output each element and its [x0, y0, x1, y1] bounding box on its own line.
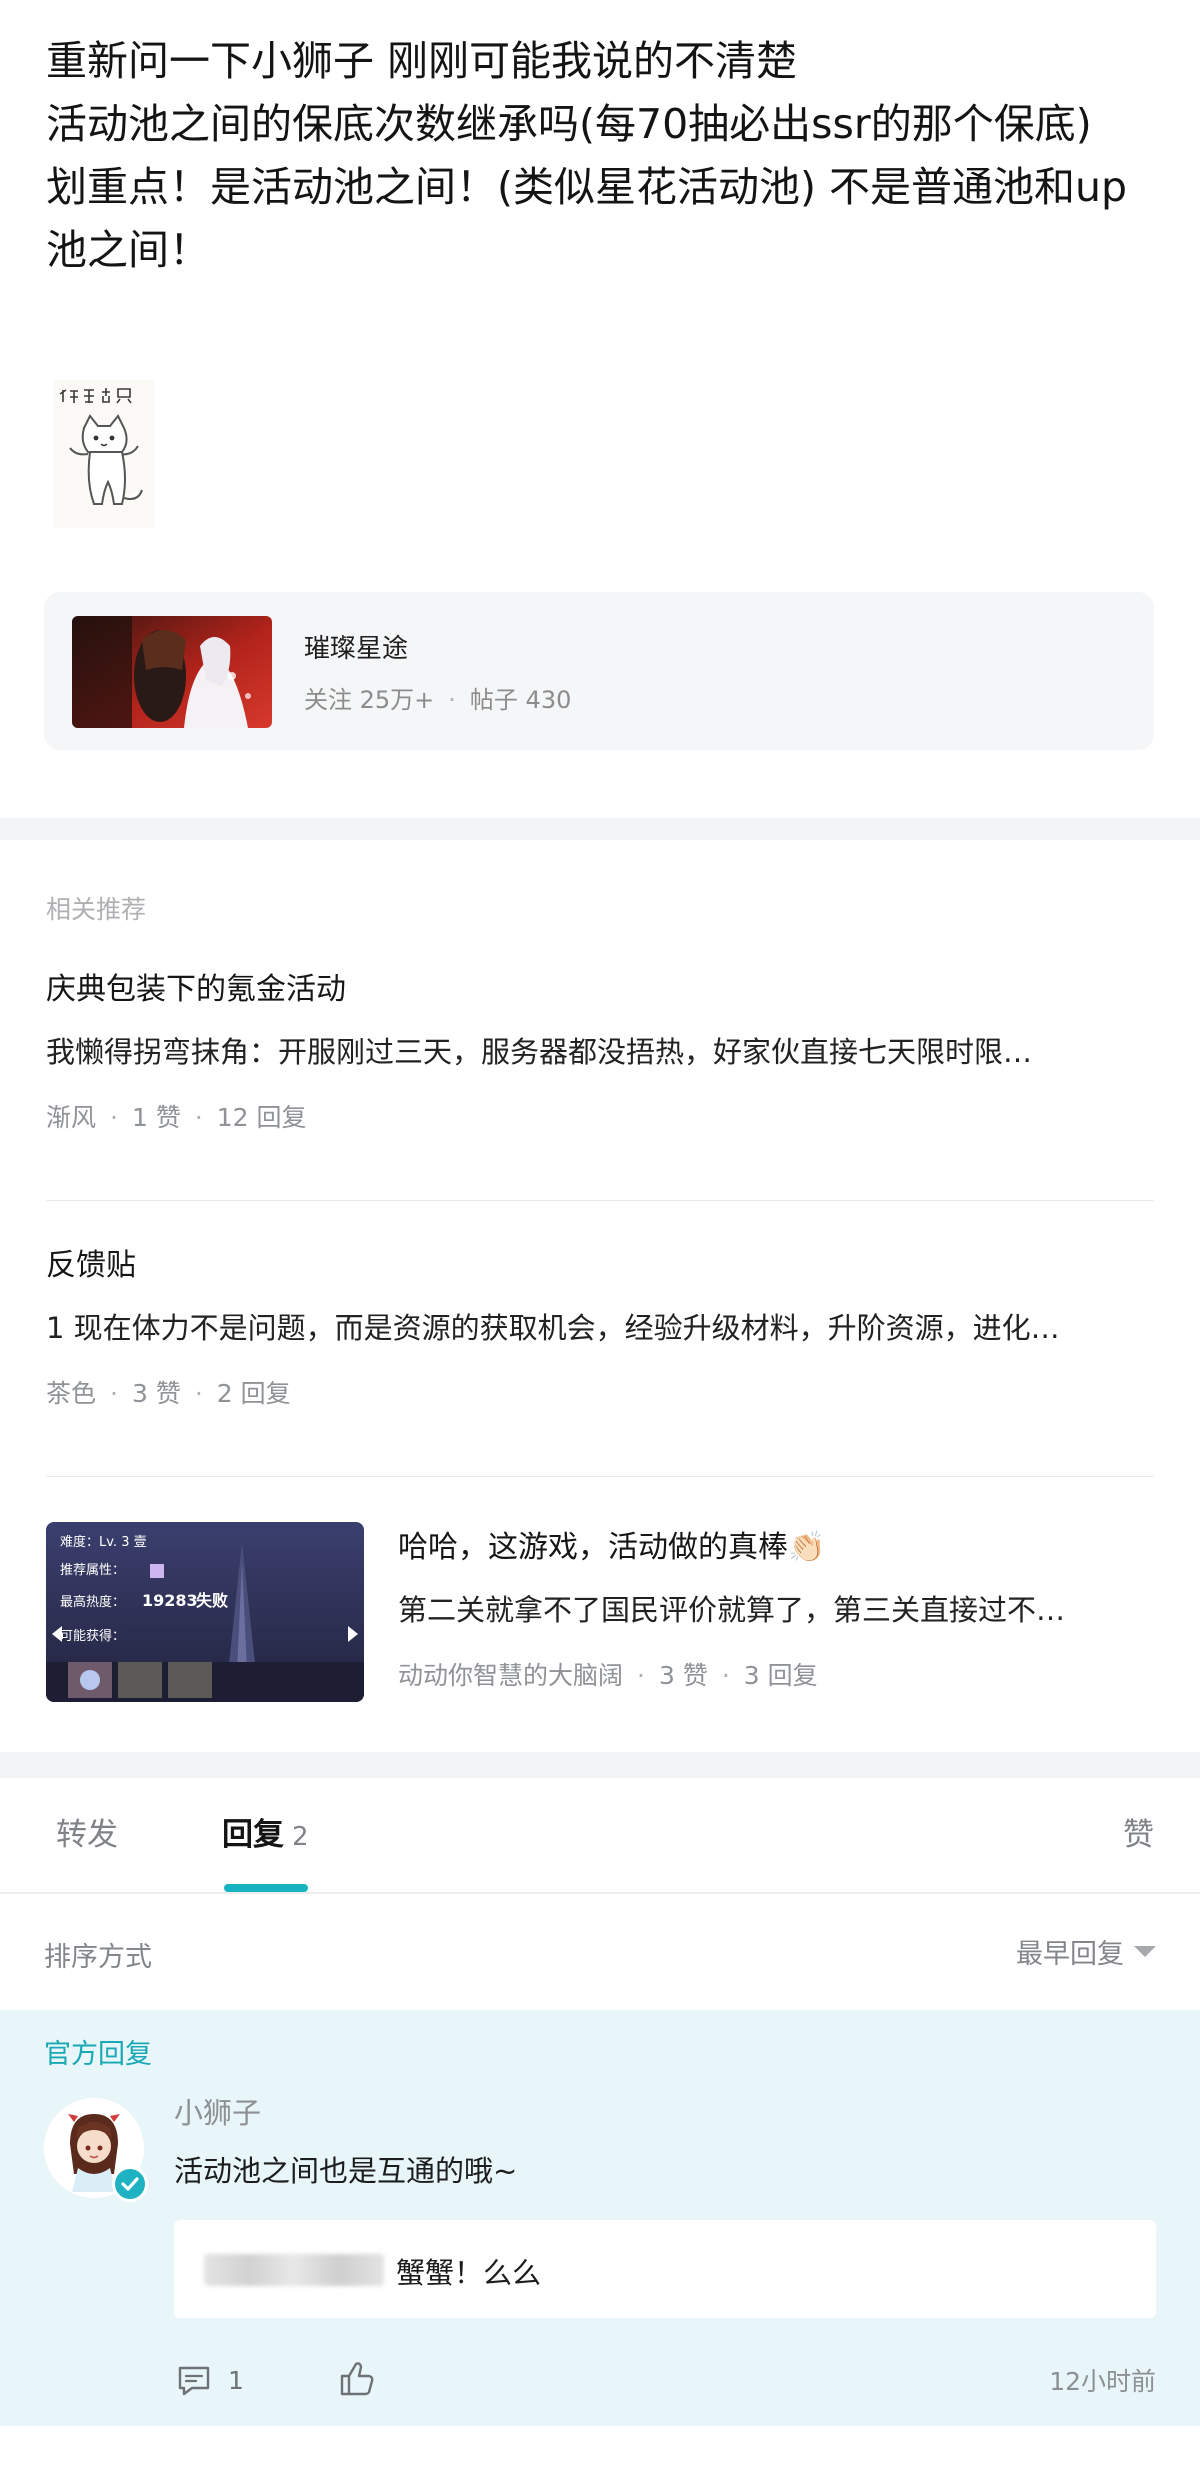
- caret-down-icon: [1134, 1946, 1156, 1957]
- separator-dot: ·: [110, 1379, 118, 1408]
- sub-reply-text: 蟹蟹！么么: [396, 2256, 542, 2290]
- sort-value: 最早回复: [1016, 1939, 1124, 1970]
- recommend-likes: 1 赞: [131, 1103, 181, 1132]
- separator-dot: ·: [637, 1661, 645, 1690]
- recommend-likes: 3 赞: [658, 1661, 708, 1690]
- post-line: 重新问一下小狮子 刚刚可能我说的不清楚: [46, 37, 798, 85]
- thumb-difficulty: 难度：Lv. 3 壹: [60, 1534, 147, 1550]
- recommend-title: 反馈贴: [46, 1248, 136, 1283]
- official-reply-label: 官方回复: [44, 2039, 152, 2070]
- thumb-recommend-attr: 推荐属性：: [60, 1563, 125, 1578]
- sub-reply[interactable]: 蟹蟹！么么: [174, 2220, 1156, 2318]
- recommend-title: 庆典包装下的氪金活动: [46, 972, 346, 1007]
- recommend-item[interactable]: 哈哈，这游戏，活动做的真棒👏🏻 第二关就拿不了国民评价就算了，第三关直接过不… …: [398, 1528, 1154, 1692]
- list-divider: [46, 1476, 1154, 1477]
- forum-post-count: 帖子 430: [469, 686, 572, 714]
- sort-label: 排序方式: [44, 1942, 152, 1973]
- forum-card[interactable]: 璀璨星途 关注 25万+ · 帖子 430: [44, 592, 1154, 750]
- reply-author-name[interactable]: 小狮子: [174, 2090, 261, 2132]
- recommend-replies: 12 回复: [216, 1103, 307, 1132]
- forum-followers: 关注 25万+: [304, 686, 435, 714]
- recommend-thumbnail[interactable]: 难度：Lv. 3 壹 推荐属性： 最高热度： 19283 失败 可能获得：: [46, 1522, 364, 1702]
- page-bottom: [0, 2426, 1200, 2474]
- sort-dropdown[interactable]: 最早回复: [1016, 1932, 1156, 1971]
- separator-dot: ·: [110, 1103, 118, 1132]
- tab-reply-count: 2: [292, 1822, 309, 1852]
- thumb-result: 失败: [196, 1591, 228, 1610]
- active-tab-indicator: [224, 1884, 308, 1892]
- section-divider: [0, 1752, 1200, 1778]
- recommend-meta: 动动你智慧的大脑阔 · 3 赞 · 3 回复: [398, 1656, 1154, 1692]
- recommend-meta: 渐风 · 1 赞 · 12 回复: [46, 1098, 1154, 1134]
- tab-bar: 转发 回复 2 赞: [0, 1780, 1200, 1894]
- comment-button[interactable]: 1: [174, 2360, 244, 2400]
- separator-dot: ·: [721, 1661, 730, 1690]
- tab-reply[interactable]: 回复 2: [222, 1780, 309, 1890]
- recommend-title: 哈哈，这游戏，活动做的真棒👏🏻: [398, 1530, 826, 1565]
- like-button[interactable]: [334, 2356, 378, 2404]
- tab-like[interactable]: 赞: [1123, 1780, 1154, 1890]
- tab-repost[interactable]: 转发: [56, 1780, 118, 1890]
- reply-timestamp: 12小时前: [1049, 2367, 1156, 2396]
- recommend-author: 动动你智慧的大脑阔: [398, 1661, 624, 1690]
- separator-dot: ·: [448, 686, 456, 714]
- forum-name: 璀璨星途: [304, 634, 409, 664]
- comment-count: 1: [228, 2365, 244, 2395]
- recommend-likes: 3 赞: [131, 1379, 181, 1408]
- recommend-author: 茶色: [46, 1379, 97, 1408]
- recommend-excerpt: 第二关就拿不了国民评价就算了，第三关直接过不…: [398, 1593, 1066, 1627]
- thumb-max-heat-label: 最高热度：: [60, 1594, 125, 1610]
- thumbs-up-icon: [340, 2362, 374, 2396]
- thumb-max-heat-value: 19283: [142, 1591, 198, 1610]
- recommend-replies: 2 回复: [216, 1379, 291, 1408]
- related-heading: 相关推荐: [46, 895, 147, 924]
- separator-dot: ·: [194, 1103, 203, 1132]
- blurred-username: [204, 2254, 384, 2286]
- post-content: 重新问一下小狮子 刚刚可能我说的不清楚 活动池之间的保底次数继承吗(每70抽必出…: [46, 30, 1156, 282]
- recommend-item[interactable]: 庆典包装下的氪金活动 我懒得拐弯抹角：开服刚过三天，服务器都没捂热，好家伙直接七…: [46, 970, 1154, 1134]
- list-divider: [46, 1200, 1154, 1201]
- official-reply-card: 官方回复 小狮子 活动池之间也是互通的哦~ 蟹蟹！么么 1 12小时前: [0, 2010, 1200, 2426]
- post-line: 活动池之间的保底次数继承吗(每70抽必出ssr的那个保底): [46, 100, 1092, 148]
- cat-sticker-image[interactable]: [54, 380, 154, 528]
- recommend-author: 渐风: [46, 1103, 97, 1132]
- verified-badge-icon: [112, 2166, 148, 2202]
- recommend-replies: 3 回复: [743, 1661, 818, 1690]
- forum-stats: 关注 25万+ · 帖子 430: [304, 680, 571, 715]
- recommend-excerpt: 我懒得拐弯抹角：开服刚过三天，服务器都没捂热，好家伙直接七天限时限…: [46, 1035, 1033, 1069]
- section-divider: [0, 818, 1200, 840]
- thumb-rewards-label: 可能获得：: [60, 1628, 125, 1644]
- forum-cover-image: [72, 616, 272, 728]
- separator-dot: ·: [194, 1379, 203, 1408]
- avatar[interactable]: [44, 2098, 148, 2202]
- post-line: 划重点！是活动池之间！(类似星花活动池) 不是普通池和up池之间！: [46, 163, 1128, 274]
- recommend-excerpt: 1 现在体力不是问题，而是资源的获取机会，经验升级材料，升阶资源，进化…: [46, 1311, 1060, 1345]
- tab-reply-label: 回复: [222, 1817, 284, 1853]
- recommend-meta: 茶色 · 3 赞 · 2 回复: [46, 1374, 1154, 1410]
- recommend-item[interactable]: 反馈贴 1 现在体力不是问题，而是资源的获取机会，经验升级材料，升阶资源，进化……: [46, 1246, 1154, 1410]
- reply-content: 活动池之间也是互通的哦~: [174, 2154, 518, 2188]
- comment-icon: [178, 2366, 210, 2396]
